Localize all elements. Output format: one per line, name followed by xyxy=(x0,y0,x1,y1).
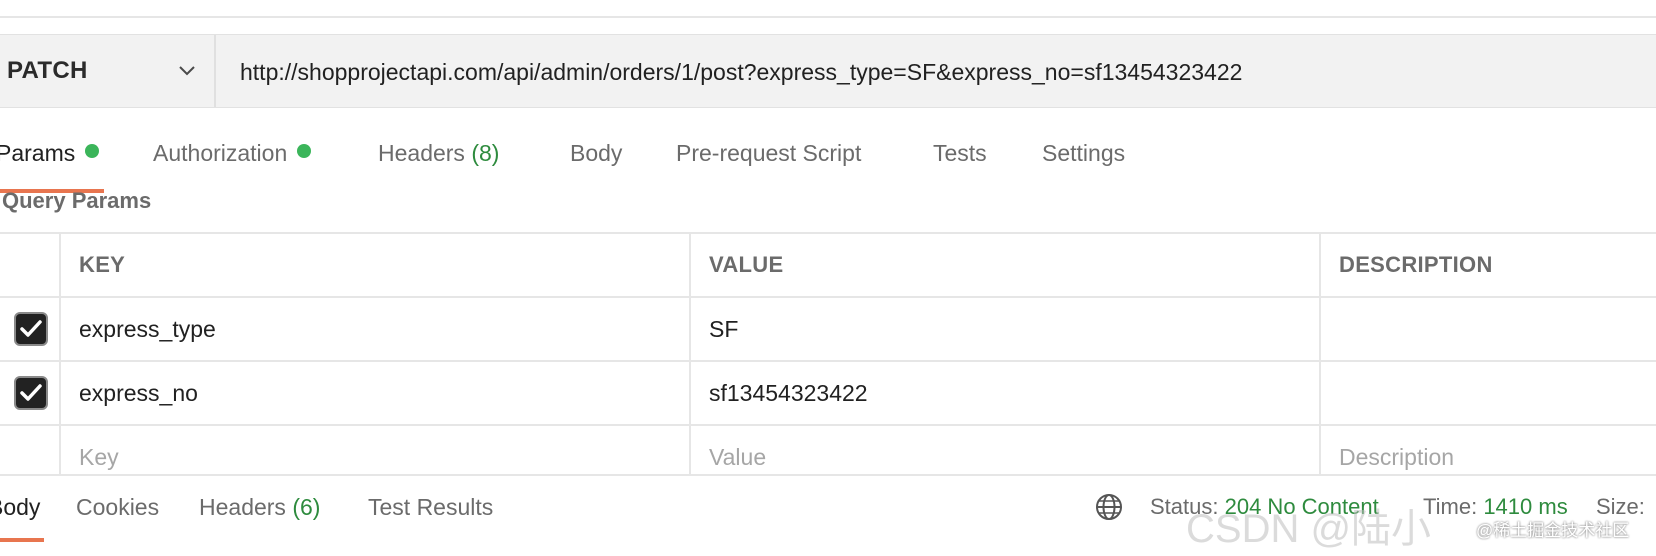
chevron-down-icon xyxy=(179,66,195,76)
response-tab-body-label: Body xyxy=(0,494,41,520)
param-value-cell[interactable]: sf13454323422 xyxy=(689,362,1319,424)
tab-body-label: Body xyxy=(570,140,623,166)
method-select[interactable]: PATCH xyxy=(0,35,216,107)
response-tab-test-results-label: Test Results xyxy=(368,494,494,520)
response-tab-headers-label: Headers xyxy=(199,494,286,520)
params-table: KEY VALUE DESCRIPTION express_type SF ex… xyxy=(0,232,1656,490)
request-bar: PATCH xyxy=(0,34,1656,108)
tab-headers-label: Headers xyxy=(378,140,465,166)
tab-body[interactable]: Body xyxy=(570,140,622,180)
params-status-dot xyxy=(85,144,100,158)
time-label: Time: xyxy=(1423,494,1478,519)
checkmark-icon xyxy=(20,320,42,337)
tab-settings-label: Settings xyxy=(1042,140,1126,166)
response-tab-cookies-label: Cookies xyxy=(76,494,160,520)
top-divider xyxy=(0,16,1656,18)
tab-authorization[interactable]: Authorization xyxy=(153,140,312,180)
param-value-cell[interactable]: SF xyxy=(689,298,1319,360)
param-checkbox[interactable] xyxy=(14,312,48,346)
table-header-row: KEY VALUE DESCRIPTION xyxy=(0,234,1656,298)
tab-headers-count: (8) xyxy=(471,140,500,166)
response-tab-headers-count: (6) xyxy=(292,494,321,520)
watermark: CSDN @陆小 xyxy=(1186,507,1432,551)
response-tab-cookies[interactable]: Cookies xyxy=(76,494,159,521)
request-tabs: Params Authorization Headers (8) Body Pr… xyxy=(0,140,1656,186)
param-checkbox[interactable] xyxy=(14,376,48,410)
column-header-key: KEY xyxy=(59,234,689,296)
response-tab-test-results[interactable]: Test Results xyxy=(368,494,493,521)
tab-settings[interactable]: Settings xyxy=(1042,140,1125,180)
response-active-underline xyxy=(0,538,44,542)
tab-tests-label: Tests xyxy=(933,140,987,166)
tab-pre-request-script-label: Pre-request Script xyxy=(676,140,862,166)
column-header-value: VALUE xyxy=(689,234,1319,296)
tab-params[interactable]: Params xyxy=(0,140,100,180)
tab-authorization-label: Authorization xyxy=(153,140,288,166)
table-row: express_no sf13454323422 xyxy=(0,362,1656,426)
tab-headers[interactable]: Headers (8) xyxy=(378,140,499,180)
row-check-cell xyxy=(0,298,59,360)
postman-request-page: PATCH Params Authorization Headers (8) B… xyxy=(0,0,1656,556)
row-check-cell xyxy=(0,362,59,424)
tab-params-label: Params xyxy=(0,140,76,166)
tab-pre-request-script[interactable]: Pre-request Script xyxy=(676,140,861,180)
param-key-cell[interactable]: express_type xyxy=(59,298,689,360)
table-row: express_type SF xyxy=(0,298,1656,362)
query-params-title: Query Params xyxy=(2,188,152,213)
url-input[interactable] xyxy=(240,55,1640,89)
checkmark-icon xyxy=(20,384,42,401)
tab-tests[interactable]: Tests xyxy=(933,140,987,180)
watermark-small: @稀土掘金技术社区 xyxy=(1476,521,1630,540)
response-tab-body[interactable]: Body xyxy=(0,494,40,521)
param-description-cell[interactable] xyxy=(1319,362,1656,424)
param-description-cell[interactable] xyxy=(1319,298,1656,360)
column-header-description: DESCRIPTION xyxy=(1319,234,1656,296)
param-key-cell[interactable]: express_no xyxy=(59,362,689,424)
response-tab-headers[interactable]: Headers (6) xyxy=(199,494,320,521)
header-check-cell xyxy=(0,234,59,296)
authorization-status-dot xyxy=(297,144,312,158)
method-label: PATCH xyxy=(7,57,88,84)
globe-icon[interactable] xyxy=(1094,492,1124,522)
